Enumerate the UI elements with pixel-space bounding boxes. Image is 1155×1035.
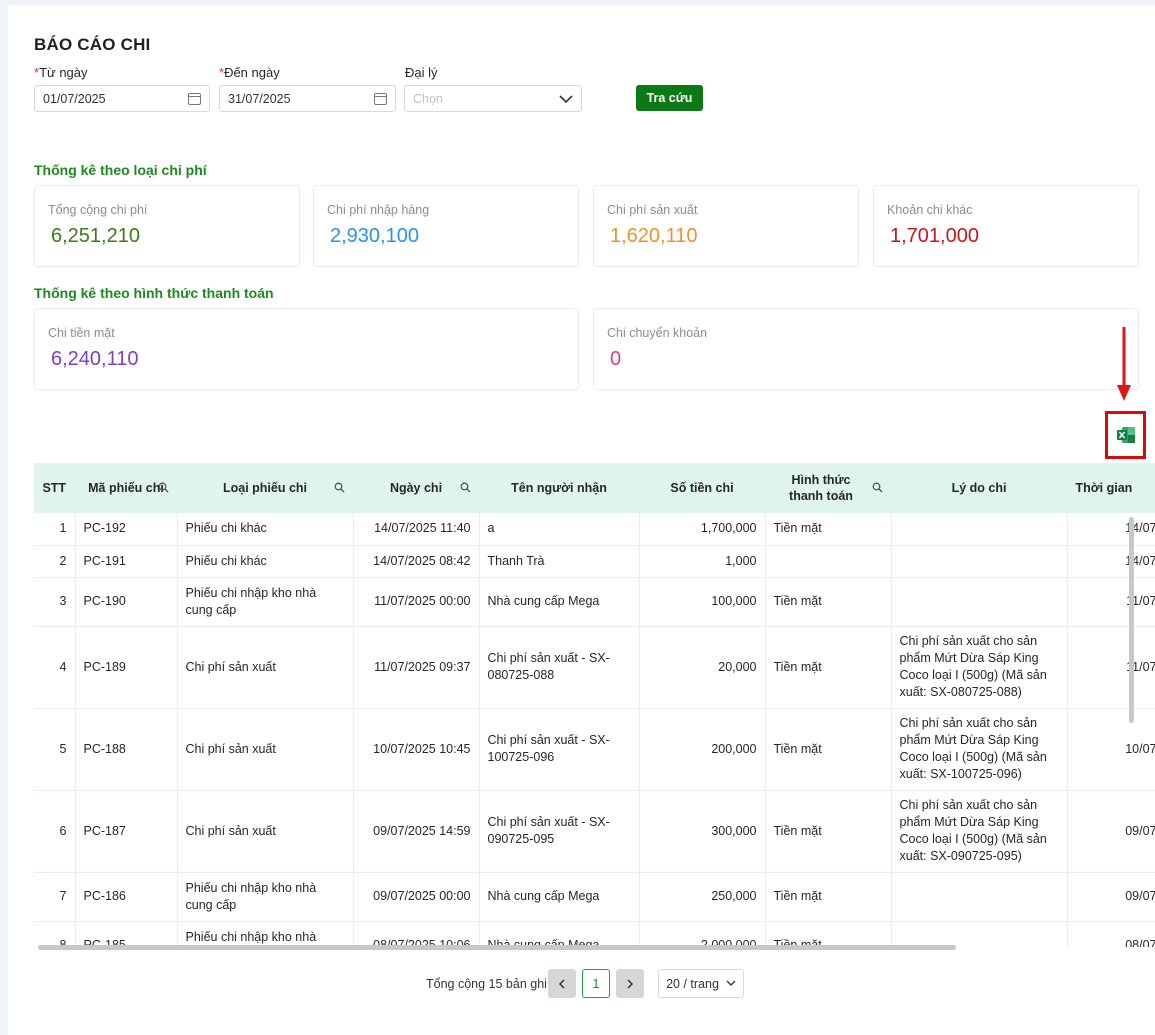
page-button-current[interactable]: 1 <box>582 969 610 998</box>
table-row[interactable]: 1 PC-192 Phiếu chi khác 14/07/2025 11:40… <box>34 513 1155 546</box>
calendar-icon[interactable] <box>188 92 201 105</box>
pagination-total: Tổng cộng 15 bản ghi <box>426 977 547 991</box>
table-horizontal-scrollbar[interactable] <box>38 945 956 950</box>
col-type: Loại phiếu chi <box>177 463 354 513</box>
chevron-left-icon <box>558 978 565 989</box>
table-row[interactable]: 3 PC-190 Phiếu chi nhập kho nhà cung cấp… <box>34 577 1155 627</box>
col-time: Thời gian <box>1067 463 1155 513</box>
table-row[interactable]: 5 PC-188 Chi phí sản xuất 10/07/2025 10:… <box>34 708 1155 791</box>
stat-card-production: Chi phí sản xuất 1,620,110 <box>593 185 859 267</box>
table-row[interactable]: 8 PC-185 Phiếu chi nhập kho nhà cung cấp… <box>34 921 1155 947</box>
table-header-row: STT Mã phiếu chi Loại phiếu chi Ngày chi… <box>34 463 1155 513</box>
expense-table: STT Mã phiếu chi Loại phiếu chi Ngày chi… <box>34 463 1155 947</box>
prev-page-button[interactable] <box>548 969 576 998</box>
col-method: Hình thức thanh toán <box>765 463 892 513</box>
to-date-input[interactable]: 31/07/2025 <box>219 85 396 112</box>
table-row[interactable]: 7 PC-186 Phiếu chi nhập kho nhà cung cấp… <box>34 872 1155 922</box>
table-row[interactable]: 2 PC-191 Phiếu chi khác 14/07/2025 08:42… <box>34 545 1155 578</box>
search-icon[interactable] <box>334 482 345 493</box>
col-date: Ngày chi <box>353 463 480 513</box>
agency-label: Đại lý <box>405 65 438 80</box>
from-date-label: *Từ ngày <box>34 65 88 80</box>
expense-type-section-title: Thống kê theo loại chi phí <box>34 162 207 178</box>
payment-section-title: Thống kê theo hình thức thanh toán <box>34 285 274 301</box>
stat-card-total: Tổng cộng chi phí 6,251,210 <box>34 185 300 267</box>
to-date-label: *Đến ngày <box>219 65 280 80</box>
col-recipient: Tên người nhận <box>479 463 640 513</box>
chevron-right-icon <box>627 978 634 989</box>
page-title: BÁO CÁO CHI <box>34 35 151 54</box>
calendar-icon[interactable] <box>374 92 387 105</box>
col-stt: STT <box>34 463 76 513</box>
export-excel-button[interactable] <box>1105 411 1146 459</box>
stat-card-transfer: Chi chuyển khoản 0 <box>593 308 1139 390</box>
search-button[interactable]: Tra cứu <box>636 85 703 111</box>
search-icon[interactable] <box>158 482 169 493</box>
chevron-down-icon <box>559 94 573 103</box>
col-reason: Lý do chi <box>891 463 1068 513</box>
page-size-select[interactable]: 20 / trang <box>658 969 744 998</box>
stat-card-other: Khoản chi khác 1,701,000 <box>873 185 1139 267</box>
col-amount: Số tiền chi <box>639 463 766 513</box>
table-row[interactable]: 4 PC-189 Chi phí sản xuất 11/07/2025 09:… <box>34 626 1155 709</box>
chevron-down-icon <box>726 980 736 986</box>
red-arrow-down-icon <box>1117 327 1131 401</box>
stat-card-cash: Chi tiền mặt 6,240,110 <box>34 308 579 390</box>
stat-card-import: Chi phí nhập hàng 2,930,100 <box>313 185 579 267</box>
search-icon[interactable] <box>872 482 883 493</box>
search-icon[interactable] <box>460 482 471 493</box>
report-page: BÁO CÁO CHI *Từ ngày *Đến ngày Đại lý 01… <box>8 5 1155 1035</box>
agency-select[interactable]: Chọn <box>404 85 582 112</box>
table-vertical-scrollbar[interactable] <box>1129 517 1134 723</box>
from-date-input[interactable]: 01/07/2025 <box>34 85 210 112</box>
excel-icon <box>1116 427 1135 443</box>
next-page-button[interactable] <box>616 969 644 998</box>
table-row[interactable]: 6 PC-187 Chi phí sản xuất 09/07/2025 14:… <box>34 790 1155 873</box>
col-code: Mã phiếu chi <box>75 463 178 513</box>
